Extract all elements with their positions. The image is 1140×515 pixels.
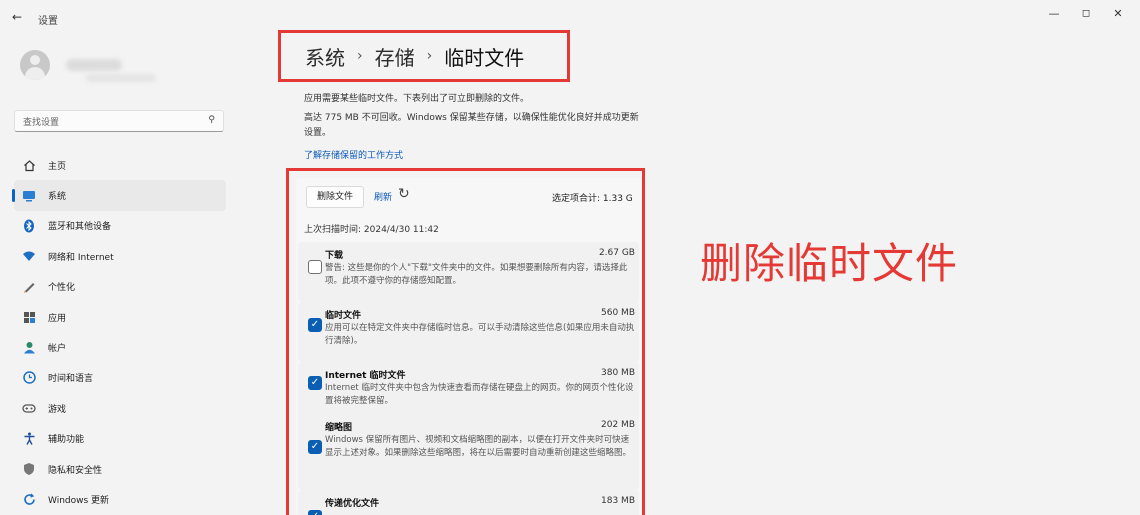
breadcrumb-item-storage[interactable]: 存储 bbox=[375, 42, 415, 71]
search-input[interactable]: 查找设置 ⚲ bbox=[14, 110, 224, 132]
breadcrumb: 系统 › 存储 › 临时文件 bbox=[278, 30, 570, 82]
sidebar-item-windows-update[interactable]: Windows 更新 bbox=[14, 484, 226, 514]
title-bar: ← 设置 — ◻ ✕ bbox=[0, 0, 1140, 34]
sidebar-item-personalization[interactable]: 个性化 bbox=[14, 272, 226, 302]
sidebar-item-label: 帐户 bbox=[48, 344, 67, 355]
sidebar-item-bluetooth[interactable]: 蓝牙和其他设备 bbox=[14, 211, 226, 241]
shield-icon bbox=[22, 462, 36, 476]
minimize-button[interactable]: — bbox=[1044, 6, 1064, 22]
sidebar-nav: 主页 系统 蓝牙和其他设备 网络和 Internet 个性化 应用 帐户 时间和… bbox=[12, 150, 226, 515]
accessibility-icon bbox=[22, 432, 36, 446]
sidebar-item-label: 隐私和安全性 bbox=[48, 465, 103, 476]
highlight-box-temp-files bbox=[286, 168, 645, 515]
user-email-blurred bbox=[86, 74, 156, 82]
sidebar-item-label: 网络和 Internet bbox=[48, 252, 114, 263]
search-placeholder: 查找设置 bbox=[23, 118, 60, 128]
sidebar-item-home[interactable]: 主页 bbox=[14, 150, 226, 180]
sidebar-item-label: 辅助功能 bbox=[48, 435, 85, 446]
sidebar-item-label: 应用 bbox=[48, 313, 67, 324]
person-icon bbox=[22, 341, 36, 355]
sidebar-item-apps[interactable]: 应用 bbox=[14, 302, 226, 332]
sidebar-item-system[interactable]: 系统 bbox=[12, 180, 226, 211]
update-icon bbox=[22, 492, 36, 506]
user-name-blurred bbox=[66, 59, 122, 71]
sidebar-item-accessibility[interactable]: 辅助功能 bbox=[14, 424, 226, 454]
back-arrow-icon[interactable]: ← bbox=[12, 10, 22, 24]
avatar bbox=[20, 50, 50, 80]
sidebar-item-privacy[interactable]: 隐私和安全性 bbox=[14, 454, 226, 484]
sidebar-item-label: Windows 更新 bbox=[48, 495, 110, 506]
bluetooth-icon bbox=[22, 219, 36, 233]
app-title: 设置 bbox=[38, 16, 58, 27]
page-title: 临时文件 bbox=[444, 45, 525, 70]
storage-reserve-link[interactable]: 了解存储保留的工作方式 bbox=[304, 148, 403, 161]
sidebar-item-label: 个性化 bbox=[48, 283, 76, 294]
close-button[interactable]: ✕ bbox=[1108, 6, 1128, 22]
breadcrumb-separator: › bbox=[357, 48, 363, 64]
breadcrumb-separator: › bbox=[426, 48, 433, 64]
globe-clock-icon bbox=[22, 371, 36, 385]
sidebar-item-label: 游戏 bbox=[48, 404, 67, 415]
apps-icon bbox=[22, 310, 36, 324]
gamepad-icon bbox=[22, 401, 36, 415]
sidebar-item-label: 蓝牙和其他设备 bbox=[48, 222, 112, 233]
sidebar-item-label: 主页 bbox=[48, 161, 67, 172]
home-icon bbox=[22, 158, 36, 172]
pen-icon bbox=[22, 280, 36, 294]
sidebar-item-time-language[interactable]: 时间和语言 bbox=[14, 363, 226, 393]
maximize-button[interactable]: ◻ bbox=[1076, 6, 1096, 22]
sidebar-item-accounts[interactable]: 帐户 bbox=[14, 332, 226, 362]
sidebar-item-gaming[interactable]: 游戏 bbox=[14, 393, 226, 423]
sidebar-item-network[interactable]: 网络和 Internet bbox=[14, 241, 226, 271]
sidebar-item-label: 时间和语言 bbox=[48, 374, 94, 385]
reserved-storage-text: 高达 775 MB 不可回收。Windows 保留某些存储，以确保性能优化良好并… bbox=[304, 113, 639, 138]
breadcrumb-item-system[interactable]: 系统 bbox=[305, 42, 345, 71]
intro-text: 应用需要某些临时文件。下表列出了可立即删除的文件。 bbox=[304, 94, 530, 104]
search-icon: ⚲ bbox=[208, 115, 215, 125]
sidebar-item-label: 系统 bbox=[48, 192, 67, 203]
system-icon bbox=[22, 189, 36, 203]
annotation-text: 删除临时文件 bbox=[700, 239, 959, 288]
wifi-icon bbox=[22, 249, 36, 263]
